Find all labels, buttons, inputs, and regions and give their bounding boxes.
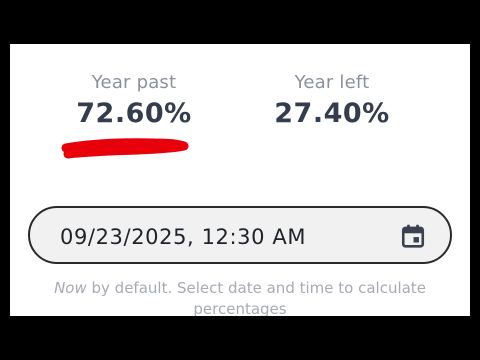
red-underline-annotation: [61, 138, 189, 159]
datetime-value[interactable]: 09/23/2025, 12:30 AM: [60, 224, 306, 250]
year-left-label: Year left: [294, 72, 370, 93]
helper-emphasis: Now: [54, 279, 87, 297]
year-left-stat: Year left 27.40%: [242, 72, 422, 130]
app-screen: Year past 72.60% Year left 27.40% 09/23/…: [10, 44, 470, 316]
calendar-icon[interactable]: [400, 223, 426, 249]
year-left-value: 27.40%: [274, 98, 390, 129]
helper-text: Now by default. Select date and time to …: [30, 278, 450, 316]
year-past-value: 72.60%: [76, 98, 192, 129]
year-past-stat: Year past 72.60%: [44, 72, 224, 130]
datetime-input[interactable]: 09/23/2025, 12:30 AM: [28, 206, 452, 264]
helper-body: by default. Select date and time to calc…: [86, 279, 426, 316]
year-past-label: Year past: [91, 72, 177, 93]
